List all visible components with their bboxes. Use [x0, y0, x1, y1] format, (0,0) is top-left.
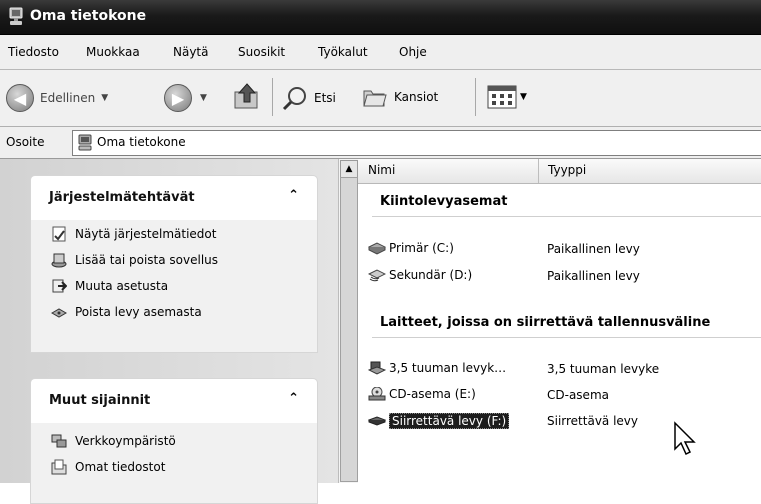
drive-name: CD-asema (E:) — [389, 387, 476, 401]
place-label: Verkkoympäristö — [75, 434, 176, 448]
drive-name: 3,5 tuuman levyk… — [389, 361, 507, 375]
collapse-chevron-icon[interactable]: ⌃ — [288, 188, 299, 203]
column-name[interactable]: Nimi — [368, 163, 395, 177]
menu-view[interactable]: Näytä — [173, 45, 209, 59]
place-my-documents[interactable]: Omat tiedostot — [51, 459, 165, 475]
drive-item[interactable]: Sekundär (D:) — [368, 268, 472, 282]
views-grid-icon — [487, 85, 517, 109]
add-remove-programs-icon — [51, 253, 67, 268]
forward-arrow-icon: ▶ — [164, 84, 192, 112]
title-bar: Oma tietokone — [0, 0, 761, 35]
search-label: Etsi — [314, 91, 336, 105]
task-label: Poista levy asemasta — [75, 305, 202, 319]
views-dropdown-icon: ▼ — [520, 92, 527, 102]
drive-item[interactable]: CD-asema (E:) — [368, 387, 476, 401]
scroll-up-arrow-icon[interactable]: ▲ — [340, 160, 358, 178]
task-eject-disk[interactable]: Poista levy asemasta — [51, 304, 202, 320]
drive-name: Siirrettävä levy (F:) — [389, 413, 510, 429]
views-button[interactable]: ▼ — [487, 85, 527, 109]
folders-icon — [363, 90, 387, 107]
forward-button[interactable]: ▶ ▼ — [164, 84, 207, 112]
system-info-icon — [52, 226, 66, 242]
other-places-panel: Muut sijainnit ⌃ Verkkoympäristö Omat ti… — [30, 378, 318, 504]
task-view-system-info[interactable]: Näytä järjestelmätiedot — [51, 226, 216, 242]
drive-item-selected[interactable]: Siirrettävä levy (F:) — [368, 413, 510, 429]
collapse-chevron-icon[interactable]: ⌃ — [288, 391, 299, 406]
toolbar: ◀ Edellinen ▼ ▶ ▼ Etsi Kansiot ▼ — [0, 70, 761, 127]
task-add-remove-programs[interactable]: Lisää tai poista sovellus — [51, 252, 218, 268]
address-bar: Osoite Oma tietokone — [0, 127, 761, 159]
system-tasks-body: Näytä järjestelmätiedot Lisää tai poista… — [30, 220, 318, 353]
address-value: Oma tietokone — [97, 135, 186, 149]
group-title-removable: Laitteet, joissa on siirrettävä tallennu… — [380, 315, 711, 330]
drive-name: Sekundär (D:) — [389, 268, 473, 282]
my-computer-icon — [9, 7, 23, 25]
column-type[interactable]: Tyyppi — [548, 163, 586, 177]
menu-bar: Tiedosto Muokkaa Näytä Suosikit Työkalut… — [0, 35, 761, 70]
removable-drive-icon — [368, 416, 386, 426]
back-dropdown-icon: ▼ — [101, 93, 109, 103]
place-label: Omat tiedostot — [75, 460, 166, 474]
folders-label: Kansiot — [394, 90, 439, 104]
up-folder-icon[interactable] — [232, 82, 262, 112]
task-change-setting[interactable]: Muuta asetusta — [51, 278, 168, 294]
mouse-cursor-icon — [674, 421, 696, 456]
file-list: Nimi Tyyppi Kiintolevyasemat Primär (C:)… — [358, 159, 761, 483]
settings-icon — [52, 279, 67, 293]
other-places-title: Muut sijainnit — [49, 393, 151, 408]
task-label: Muuta asetusta — [75, 279, 169, 293]
task-label: Lisää tai poista sovellus — [75, 253, 219, 267]
menu-tools[interactable]: Työkalut — [318, 45, 368, 59]
vertical-scrollbar[interactable]: ▲ — [338, 159, 360, 483]
menu-help[interactable]: Ohje — [399, 45, 427, 59]
cd-drive-icon — [368, 387, 386, 401]
system-tasks-header[interactable]: Järjestelmätehtävät ⌃ — [30, 175, 318, 220]
forward-dropdown-icon: ▼ — [200, 93, 207, 103]
drive-item[interactable]: 3,5 tuuman levyk… — [368, 361, 506, 375]
folders-button[interactable]: Kansiot — [362, 85, 438, 109]
drive-type: Paikallinen levy — [547, 269, 640, 283]
shared-drive-icon — [368, 269, 386, 282]
drive-type: 3,5 tuuman levyke — [547, 362, 660, 376]
group-title-hard-drives: Kiintolevyasemat — [380, 194, 508, 209]
address-input[interactable]: Oma tietokone — [72, 130, 761, 156]
menu-favorites[interactable]: Suosikit — [238, 45, 285, 59]
eject-disk-icon — [51, 308, 67, 318]
system-tasks-title: Järjestelmätehtävät — [49, 190, 195, 205]
scroll-thumb[interactable] — [340, 177, 358, 482]
drive-item[interactable]: Primär (C:) — [368, 241, 454, 255]
search-button[interactable]: Etsi — [282, 85, 336, 111]
place-network[interactable]: Verkkoympäristö — [51, 433, 176, 449]
network-places-icon — [51, 434, 67, 448]
other-places-body: Verkkoympäristö Omat tiedostot — [30, 423, 318, 504]
hard-drive-icon — [368, 242, 386, 255]
search-icon — [282, 87, 306, 111]
drive-name: Primär (C:) — [389, 241, 454, 255]
menu-edit[interactable]: Muokkaa — [86, 45, 140, 59]
column-headers: Nimi Tyyppi — [358, 159, 761, 184]
drive-type: CD-asema — [547, 388, 609, 402]
my-documents-icon — [51, 459, 67, 475]
address-label: Osoite — [6, 135, 45, 149]
floppy-drive-icon — [368, 361, 386, 375]
task-label: Näytä järjestelmätiedot — [75, 227, 217, 241]
drive-type: Paikallinen levy — [547, 242, 640, 256]
drive-type: Siirrettävä levy — [547, 414, 639, 428]
back-button[interactable]: ◀ Edellinen ▼ — [6, 84, 108, 112]
back-label: Edellinen — [40, 91, 96, 105]
my-computer-icon — [78, 134, 92, 151]
system-tasks-panel: Järjestelmätehtävät ⌃ Näytä järjestelmät… — [30, 175, 318, 353]
other-places-header[interactable]: Muut sijainnit ⌃ — [30, 378, 318, 423]
menu-file[interactable]: Tiedosto — [8, 45, 59, 59]
task-pane: Järjestelmätehtävät ⌃ Näytä järjestelmät… — [0, 159, 338, 504]
back-arrow-icon: ◀ — [6, 84, 34, 112]
window-title: Oma tietokone — [30, 8, 147, 24]
